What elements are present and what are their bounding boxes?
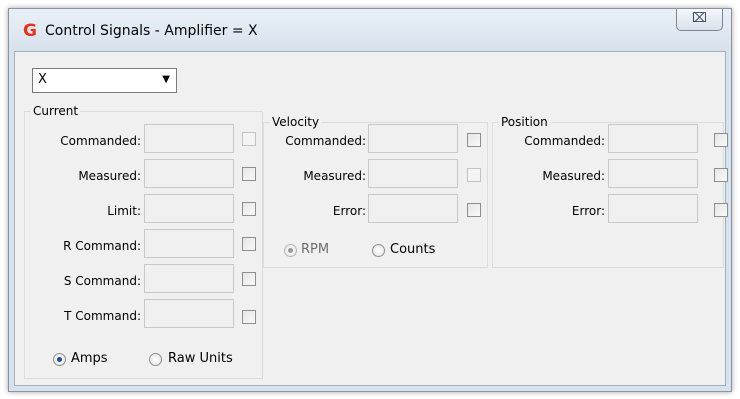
axis-select[interactable]: X ▼ bbox=[32, 68, 177, 93]
s-command-label: S Command: bbox=[63, 274, 141, 288]
velocity-group: Velocity Commanded: Measured: Error: RPM… bbox=[263, 115, 488, 268]
close-icon: ⌧ bbox=[692, 11, 707, 26]
current-limit-field[interactable] bbox=[144, 194, 234, 223]
r-command-field[interactable] bbox=[144, 229, 234, 258]
current-limit-checkbox[interactable] bbox=[242, 202, 256, 216]
position-error-label: Error: bbox=[571, 204, 605, 218]
position-commanded-field[interactable] bbox=[608, 124, 698, 153]
current-commanded-checkbox[interactable] bbox=[242, 132, 256, 146]
title-bar[interactable]: G Control Signals - Amplifier = X ⌧ bbox=[9, 9, 731, 51]
chevron-down-icon[interactable]: ▼ bbox=[162, 74, 170, 85]
window-title: Control Signals - Amplifier = X bbox=[45, 23, 258, 39]
position-error-checkbox[interactable] bbox=[714, 203, 728, 217]
position-error-field[interactable] bbox=[608, 194, 698, 223]
current-group: Current Commanded: Measured: Limit: R Co… bbox=[24, 104, 263, 379]
t-command-checkbox[interactable] bbox=[242, 310, 256, 324]
current-group-title: Current bbox=[31, 104, 81, 118]
amps-radio[interactable] bbox=[53, 353, 66, 366]
dialog-body: X ▼ Current Commanded: Measured: Limit: … bbox=[14, 51, 728, 386]
position-measured-checkbox[interactable] bbox=[714, 168, 728, 182]
raw-units-radio[interactable] bbox=[149, 353, 162, 366]
s-command-checkbox[interactable] bbox=[242, 272, 256, 286]
axis-select-value: X bbox=[38, 72, 47, 87]
velocity-commanded-label: Commanded: bbox=[285, 134, 366, 148]
rpm-radio-label[interactable]: RPM bbox=[301, 243, 329, 257]
velocity-error-label: Error: bbox=[332, 204, 366, 218]
t-command-field[interactable] bbox=[144, 299, 234, 328]
velocity-error-field[interactable] bbox=[368, 194, 458, 223]
s-command-field[interactable] bbox=[144, 264, 234, 293]
counts-radio[interactable] bbox=[372, 244, 385, 257]
g-logo-icon: G bbox=[23, 21, 37, 41]
position-group: Position Commanded: Measured: Error: bbox=[492, 115, 728, 268]
current-measured-checkbox[interactable] bbox=[242, 167, 256, 181]
position-measured-field[interactable] bbox=[608, 159, 698, 188]
current-measured-label: Measured: bbox=[78, 169, 141, 183]
control-signals-window: G Control Signals - Amplifier = X ⌧ X ▼ … bbox=[8, 8, 732, 392]
velocity-commanded-checkbox[interactable] bbox=[467, 133, 481, 147]
current-commanded-field[interactable] bbox=[144, 124, 234, 153]
amps-radio-label[interactable]: Amps bbox=[71, 352, 108, 366]
t-command-label: T Command: bbox=[64, 309, 141, 323]
rpm-radio[interactable] bbox=[284, 244, 297, 257]
velocity-measured-label: Measured: bbox=[303, 169, 366, 183]
r-command-label: R Command: bbox=[63, 239, 141, 253]
position-group-title: Position bbox=[499, 115, 550, 129]
counts-radio-label[interactable]: Counts bbox=[390, 243, 435, 257]
r-command-checkbox[interactable] bbox=[242, 237, 256, 251]
velocity-measured-field[interactable] bbox=[368, 159, 458, 188]
position-commanded-label: Commanded: bbox=[524, 134, 605, 148]
velocity-measured-checkbox[interactable] bbox=[467, 168, 481, 182]
position-commanded-checkbox[interactable] bbox=[714, 133, 728, 147]
velocity-group-title: Velocity bbox=[270, 115, 322, 129]
raw-units-radio-label[interactable]: Raw Units bbox=[168, 352, 233, 366]
velocity-error-checkbox[interactable] bbox=[467, 203, 481, 217]
velocity-commanded-field[interactable] bbox=[368, 124, 458, 153]
position-measured-label: Measured: bbox=[542, 169, 605, 183]
current-limit-label: Limit: bbox=[107, 204, 141, 218]
close-button[interactable]: ⌧ bbox=[676, 9, 723, 31]
current-commanded-label: Commanded: bbox=[60, 134, 141, 148]
current-measured-field[interactable] bbox=[144, 159, 234, 188]
